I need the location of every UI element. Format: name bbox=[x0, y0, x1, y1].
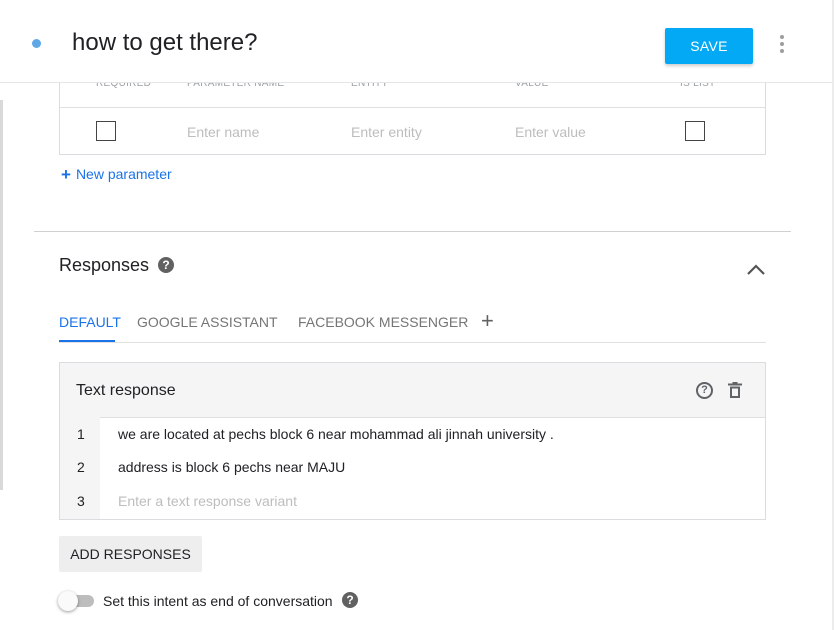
value-input[interactable]: Enter value bbox=[515, 124, 586, 140]
required-checkbox[interactable] bbox=[96, 121, 116, 141]
plus-icon: + bbox=[61, 165, 71, 184]
left-scroll-edge bbox=[0, 100, 3, 490]
active-tab-indicator bbox=[59, 340, 115, 342]
text-response-card: Text response ? 1 2 3 we are located at … bbox=[59, 362, 766, 520]
text-response-header: Text response ? bbox=[60, 363, 765, 418]
intent-title[interactable]: how to get there? bbox=[72, 29, 257, 57]
line-number: 3 bbox=[77, 493, 85, 509]
text-response-title: Text response bbox=[76, 382, 176, 399]
response-line-1[interactable]: we are located at pechs block 6 near moh… bbox=[118, 426, 554, 442]
delete-icon[interactable] bbox=[728, 382, 742, 398]
chevron-up-icon[interactable] bbox=[746, 262, 766, 276]
response-variant-input[interactable]: Enter a text response variant bbox=[118, 493, 297, 509]
entity-input[interactable]: Enter entity bbox=[351, 124, 422, 140]
intent-header: how to get there? SAVE bbox=[0, 0, 832, 83]
save-button[interactable]: SAVE bbox=[665, 28, 753, 64]
new-parameter-label: New parameter bbox=[75, 166, 172, 182]
add-tab-icon[interactable]: + bbox=[481, 308, 494, 334]
status-dot bbox=[32, 39, 41, 48]
line-number: 2 bbox=[77, 459, 85, 475]
help-icon[interactable]: ? bbox=[158, 257, 174, 273]
help-icon[interactable]: ? bbox=[342, 592, 358, 608]
toggle-knob[interactable] bbox=[58, 591, 78, 611]
tab-default[interactable]: DEFAULT bbox=[59, 314, 121, 330]
parameter-name-input[interactable]: Enter name bbox=[187, 124, 259, 140]
tab-google-assistant[interactable]: GOOGLE ASSISTANT bbox=[137, 314, 278, 330]
add-responses-button[interactable]: ADD RESPONSES bbox=[59, 536, 202, 572]
response-line-2[interactable]: address is block 6 pechs near MAJU bbox=[118, 459, 345, 475]
section-divider bbox=[34, 231, 791, 232]
more-vert-icon[interactable] bbox=[777, 35, 787, 53]
help-outline-icon[interactable]: ? bbox=[696, 382, 713, 399]
new-parameter-link[interactable]: + New parameter bbox=[61, 164, 172, 184]
tab-facebook-messenger[interactable]: FACEBOOK MESSENGER bbox=[298, 314, 468, 330]
line-number: 1 bbox=[77, 426, 85, 442]
responses-title: Responses bbox=[59, 255, 150, 275]
line-number-column: 1 2 3 bbox=[60, 417, 100, 519]
end-conversation-label: Set this intent as end of conversation bbox=[103, 593, 333, 609]
is-list-checkbox[interactable] bbox=[685, 121, 705, 141]
responses-tabs: DEFAULT GOOGLE ASSISTANT FACEBOOK MESSEN… bbox=[59, 308, 766, 343]
